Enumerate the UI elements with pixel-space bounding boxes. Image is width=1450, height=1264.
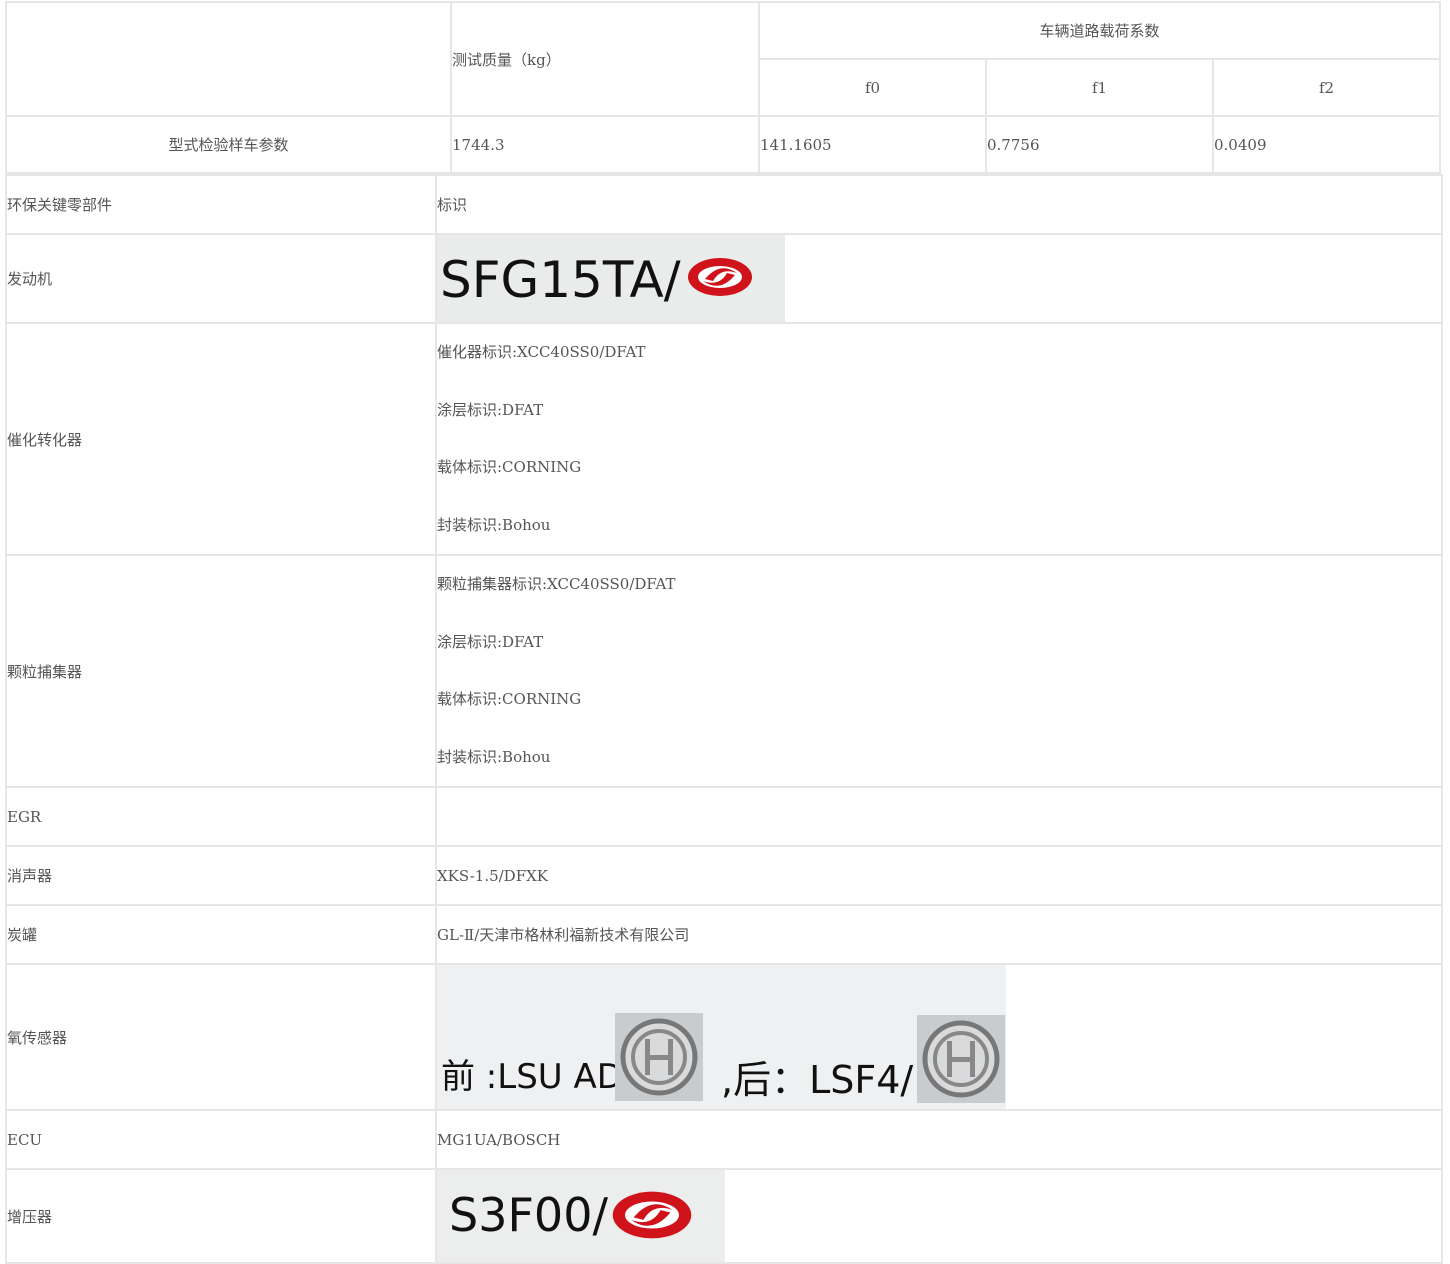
particulate-filter-label: 颗粒捕集器 xyxy=(5,554,437,788)
package-mark-line: 封装标识:Bohou xyxy=(437,515,551,534)
egr-label: EGR xyxy=(5,786,437,847)
catalyst-mark-line: 催化器标识:XCC40SS0/DFAT xyxy=(437,343,646,361)
turbocharger-mark-image: S3F00/ xyxy=(437,1170,725,1262)
engine-mark-image: SFG15TA/ xyxy=(437,235,785,322)
f1-value: 0.7756 xyxy=(985,115,1214,174)
filter-mark-line: 颗粒捕集器标识:XCC40SS0/DFAT xyxy=(437,575,676,593)
bosch-logo-icon xyxy=(615,1013,703,1101)
dongfeng-logo-icon xyxy=(607,1188,697,1242)
bosch-logo-icon xyxy=(917,1015,1005,1103)
catalyst-label: 催化转化器 xyxy=(5,322,437,556)
engine-model-text: SFG15TA/ xyxy=(440,251,681,309)
test-mass-value: 1744.3 xyxy=(450,115,760,174)
ecu-label: ECU xyxy=(5,1109,437,1170)
road-load-table: 测试质量（kg） 车辆道路载荷系数 f0 f1 f2 型式检验样车参数 1744… xyxy=(5,1,1441,174)
turbo-model-text: S3F00/ xyxy=(449,1188,608,1242)
catalyst-marks: 催化器标识:XCC40SS0/DFAT 涂层标识:DFAT 载体标识:CORNI… xyxy=(435,322,1443,556)
engine-label: 发动机 xyxy=(5,233,437,324)
part-header: 环保关键零部件 xyxy=(5,174,437,235)
test-mass-header: 测试质量（kg） xyxy=(450,1,760,117)
f0-value: 141.1605 xyxy=(758,115,987,174)
package-mark-line: 封装标识:Bohou xyxy=(437,747,551,766)
coating-mark-line: 涂层标识:DFAT xyxy=(437,400,544,419)
oxygen-sensor-mark-cell: 前 :LSU ADV/ ,后：LSF4/ xyxy=(435,963,1443,1111)
turbocharger-label: 增压器 xyxy=(5,1168,437,1264)
canister-value: GL-Ⅱ/天津市格林利福新技术有限公司 xyxy=(435,904,1443,965)
key-components-table: 环保关键零部件 标识 发动机 SFG15TA/ 催化转化器 催化器标识:XCC4… xyxy=(5,174,1443,1264)
turbocharger-mark-cell: S3F00/ xyxy=(435,1168,1443,1264)
muffler-label: 消声器 xyxy=(5,845,437,906)
mark-header: 标识 xyxy=(435,174,1443,235)
coating-mark-line: 涂层标识:DFAT xyxy=(437,632,544,651)
substrate-mark-line: 载体标识:CORNING xyxy=(437,458,582,476)
f2-value: 0.0409 xyxy=(1212,115,1441,174)
f1-header: f1 xyxy=(985,58,1214,117)
load-coefficient-header: 车辆道路载荷系数 xyxy=(758,1,1441,60)
substrate-mark-line: 载体标识:CORNING xyxy=(437,690,582,708)
engine-mark-cell: SFG15TA/ xyxy=(435,233,1443,324)
f0-header: f0 xyxy=(758,58,987,117)
dongfeng-logo-icon xyxy=(685,255,755,299)
rear-sensor-text: ,后：LSF4/ xyxy=(721,1058,914,1102)
oxygen-sensor-mark-image: 前 :LSU ADV/ ,后：LSF4/ xyxy=(437,965,1006,1109)
oxygen-sensor-label: 氧传感器 xyxy=(5,963,437,1111)
egr-value xyxy=(435,786,1443,847)
empty-corner-cell xyxy=(5,1,452,117)
f2-header: f2 xyxy=(1212,58,1441,117)
canister-label: 炭罐 xyxy=(5,904,437,965)
particulate-filter-marks: 颗粒捕集器标识:XCC40SS0/DFAT 涂层标识:DFAT 载体标识:COR… xyxy=(435,554,1443,788)
ecu-value: MG1UA/BOSCH xyxy=(435,1109,1443,1170)
sample-vehicle-label: 型式检验样车参数 xyxy=(5,115,452,174)
muffler-value: XKS-1.5/DFXK xyxy=(435,845,1443,906)
